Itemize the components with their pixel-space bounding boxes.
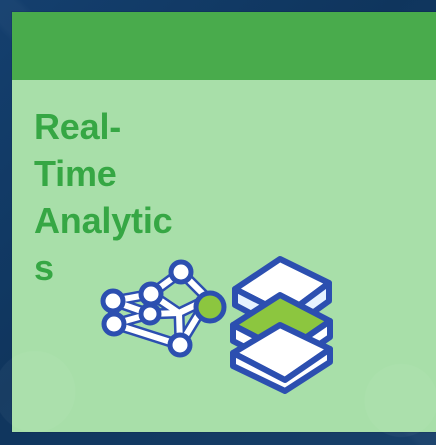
stacked-layers-icon — [230, 256, 333, 394]
card-header-bar — [12, 12, 436, 80]
analytics-card: Real- Time Analytic s — [12, 12, 436, 432]
card-title: Real- Time Analytic s — [34, 106, 173, 288]
page-background: Real- Time Analytic s — [0, 0, 436, 445]
